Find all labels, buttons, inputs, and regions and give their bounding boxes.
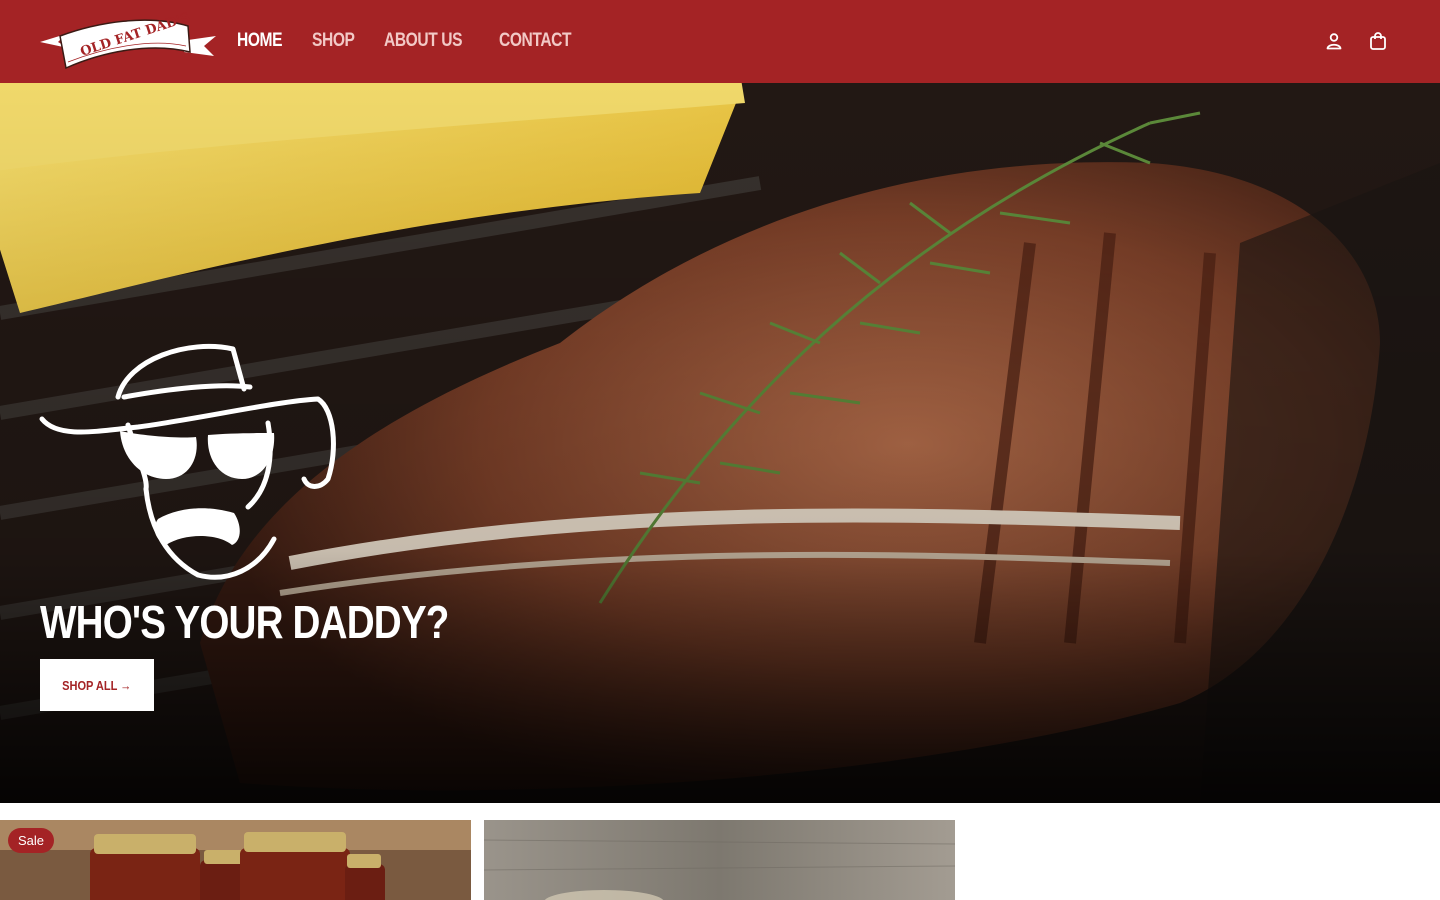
cart-icon[interactable]: [1368, 31, 1388, 51]
hero-banner: WHO'S YOUR DADDY? SHOP ALL →: [0, 83, 1440, 803]
product-grid: Sale: [0, 820, 1440, 900]
shop-all-button[interactable]: SHOP ALL →: [40, 659, 154, 711]
account-icon[interactable]: [1324, 31, 1344, 51]
sale-badge: Sale: [8, 828, 55, 853]
header-icons: [1324, 31, 1388, 51]
product-image: [484, 820, 955, 900]
product-card[interactable]: Sale: [0, 820, 471, 900]
nav-about-us[interactable]: ABOUT US: [384, 30, 463, 52]
sauce-jars-image: [0, 820, 471, 900]
dad-mascot-illustration: [39, 343, 336, 580]
product-card[interactable]: [484, 820, 955, 900]
shop-all-label: SHOP ALL →: [62, 677, 132, 693]
old-fat-dads-logo[interactable]: OLD FAT DAD'S: [38, 12, 218, 72]
main-nav: HOME SHOP ABOUT US CONTACT: [237, 30, 587, 52]
nav-home[interactable]: HOME: [237, 30, 283, 52]
nav-contact[interactable]: CONTACT: [499, 30, 572, 52]
hero-title: WHO'S YOUR DADDY?: [40, 596, 449, 648]
nav-shop[interactable]: SHOP: [312, 30, 355, 52]
site-header: OLD FAT DAD'S HOME SHOP ABOUT US CONTACT: [0, 0, 1440, 83]
